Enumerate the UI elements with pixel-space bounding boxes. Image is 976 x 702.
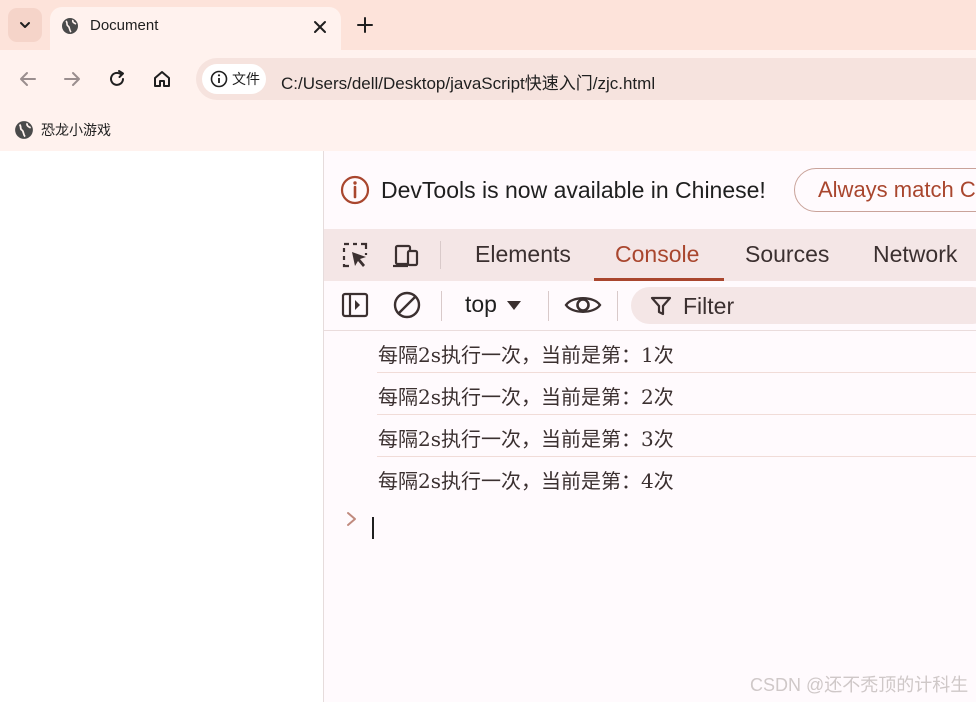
console-toolbar: top Filter [324,281,976,331]
info-icon [340,175,370,205]
devtools-tab-bar: Elements Console Sources Network [324,229,976,281]
tab-search-button[interactable] [8,8,42,42]
url-text[interactable]: C:/Users/dell/Desktop/javaScript快速入门/zjc… [281,69,655,94]
browser-toolbar: 文件 C:/Users/dell/Desktop/javaScript快速入门/… [0,50,976,110]
reload-icon [110,70,124,86]
new-tab-plus-icon[interactable] [354,14,376,36]
tab-network[interactable]: Network [873,241,957,268]
infobar-message: DevTools is now available in Chinese! [381,177,766,203]
bookmark-item[interactable]: 恐龙小游戏 [14,116,111,144]
console-message-row: 每隔2s执行一次，当前是第：2次 [377,373,976,415]
page-viewport [0,151,323,702]
globe-icon [62,18,78,34]
console-message-row: 每隔2s执行一次，当前是第：1次 [377,331,976,373]
site-info-chip[interactable]: 文件 [202,64,266,94]
tab-elements[interactable]: Elements [475,241,571,268]
console-message-text: 每隔2s执行一次，当前是第：2次 [378,385,674,409]
home-button[interactable] [150,67,174,91]
dropdown-triangle-icon [506,300,521,310]
filter-placeholder: Filter [683,293,735,319]
eye-icon[interactable] [564,290,602,320]
address-bar[interactable]: 文件 C:/Users/dell/Desktop/javaScript快速入门/… [196,58,976,100]
browser-tab[interactable]: Document [50,7,341,50]
tab-separator [440,241,441,269]
console-filter-input[interactable]: Filter [631,287,976,324]
inspect-element-icon[interactable] [340,240,370,270]
toolbar-separator [441,291,442,321]
sidebar-toggle-icon[interactable] [340,290,370,320]
context-label: top [465,291,497,317]
always-match-button[interactable]: Always match C [794,168,976,212]
toolbar-separator [617,291,618,321]
chevron-down-icon [20,22,30,28]
console-message-text: 每隔2s执行一次，当前是第：1次 [378,343,674,367]
toolbar-separator [548,291,549,321]
devtools-panel: DevTools is now available in Chinese! Al… [323,151,976,702]
bookmark-label: 恐龙小游戏 [41,122,111,138]
arrow-right-icon [64,72,80,86]
tab-strip: Document [0,0,976,50]
context-selector[interactable]: top [465,291,523,318]
console-message-text: 每隔2s执行一次，当前是第：3次 [378,427,674,451]
clear-console-icon[interactable] [392,290,422,320]
prompt-chevron-icon [347,512,356,526]
tab-console[interactable]: Console [615,241,699,268]
forward-button[interactable] [60,67,84,91]
reload-button[interactable] [105,67,129,91]
console-message-row: 每隔2s执行一次，当前是第：3次 [377,415,976,457]
back-button[interactable] [16,67,40,91]
tab-sources[interactable]: Sources [745,241,829,268]
watermark-text: CSDN @还不秃顶的计科生 [750,675,969,695]
language-infobar: DevTools is now available in Chinese! Al… [324,151,976,229]
arrow-left-icon [20,72,36,86]
filter-icon [650,296,672,316]
site-info-label: 文件 [232,71,260,87]
device-toolbar-icon[interactable] [391,240,421,270]
console-message-row: 每隔2s执行一次，当前是第：4次 [377,457,976,498]
home-icon [154,71,170,87]
console-messages: 每隔2s执行一次，当前是第：1次 每隔2s执行一次，当前是第：2次 每隔2s执行… [324,331,976,498]
console-message-text: 每隔2s执行一次，当前是第：4次 [378,469,674,493]
tab-title: Document [90,17,159,34]
console-input-caret[interactable] [372,517,374,539]
globe-icon [15,121,33,139]
info-icon [210,70,228,88]
bookmarks-bar: 恐龙小游戏 [0,110,976,151]
close-icon[interactable] [309,16,331,38]
